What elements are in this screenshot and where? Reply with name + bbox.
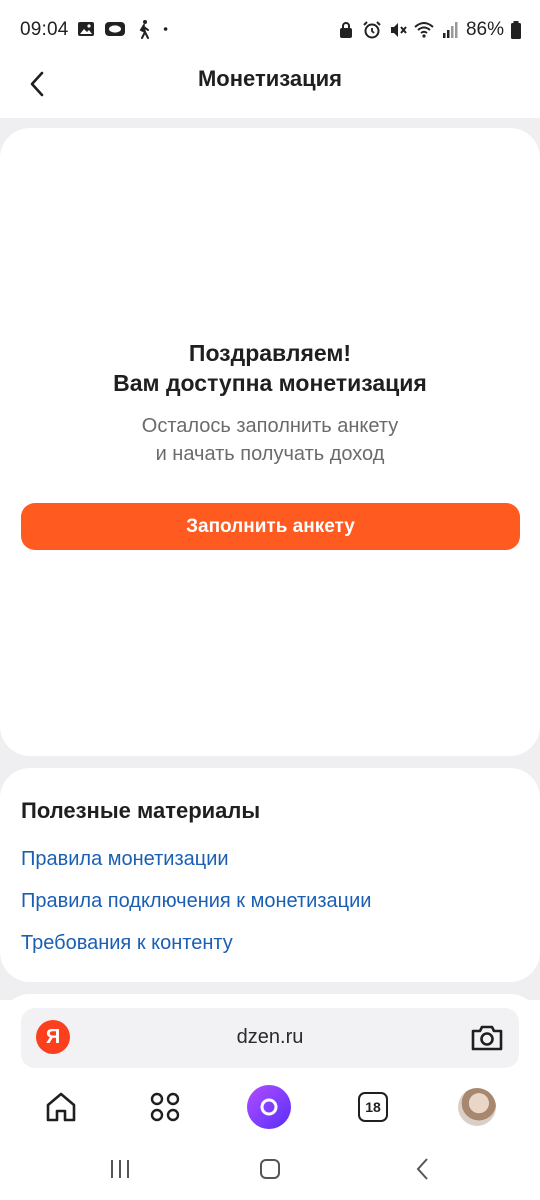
status-right-icons: 86%: [336, 19, 522, 41]
useful-materials-card: Полезные материалы Правила монетизации П…: [0, 768, 540, 982]
address-bar[interactable]: Я dzen.ru: [21, 1008, 519, 1068]
ring-icon: [105, 22, 125, 36]
status-time: 09:04: [20, 19, 69, 40]
system-navigation: [0, 1140, 540, 1200]
congrats-title-line1: Поздравляем!: [188, 340, 352, 366]
avatar: [458, 1088, 496, 1126]
system-home-icon: [260, 1159, 280, 1179]
walking-icon: [139, 20, 149, 39]
status-bar: 09:04 86%: [0, 0, 540, 60]
link-content-requirements[interactable]: Требования к контенту: [21, 932, 233, 955]
app-header: Монетизация: [0, 60, 540, 118]
congrats-subtitle-line2: и начать получать доход: [155, 443, 385, 465]
home-icon: [46, 1092, 76, 1122]
dot-icon: [163, 27, 168, 31]
tabs-button[interactable]: 18: [350, 1084, 396, 1130]
congrats-title-line2: Вам доступна монетизация: [113, 370, 427, 396]
url-text[interactable]: dzen.ru: [21, 1026, 519, 1049]
services-button[interactable]: [142, 1084, 188, 1130]
gallery-icon: [78, 22, 94, 36]
congrats-subtitle: Осталось заполнить анкету и начать получ…: [0, 412, 540, 468]
recent-apps-button[interactable]: [100, 1154, 140, 1184]
mute-icon: [390, 23, 407, 37]
fill-form-button[interactable]: Заполнить анкету: [21, 503, 520, 550]
system-back-button[interactable]: [403, 1154, 443, 1184]
monetization-card: Поздравляем! Вам доступна монетизация Ос…: [0, 128, 540, 756]
services-grid-icon: [150, 1092, 180, 1122]
browser-bottom-nav: 18: [0, 1080, 540, 1134]
camera-search-button[interactable]: [469, 1020, 505, 1056]
signal-icon: [442, 22, 458, 38]
lock-icon: [339, 22, 352, 38]
alarm-icon: [363, 21, 381, 39]
materials-title: Полезные материалы: [21, 798, 261, 823]
tabs-icon: 18: [358, 1092, 388, 1122]
alice-icon: [247, 1085, 291, 1129]
home-button[interactable]: [38, 1084, 84, 1130]
battery-percent: 86%: [465, 19, 504, 40]
alice-button[interactable]: [246, 1084, 292, 1130]
wifi-icon: [414, 22, 434, 38]
congrats-title: Поздравляем! Вам доступна монетизация: [0, 338, 540, 398]
link-connection-rules[interactable]: Правила подключения к монетизации: [21, 890, 371, 913]
page-title: Монетизация: [197, 66, 343, 91]
battery-icon: [511, 21, 521, 39]
congrats-subtitle-line1: Осталось заполнить анкету: [141, 415, 399, 437]
camera-icon: [471, 1025, 503, 1051]
recent-apps-icon: [111, 1160, 129, 1178]
status-left-icons: [76, 19, 174, 39]
profile-button[interactable]: [454, 1084, 500, 1130]
system-back-icon: [416, 1158, 428, 1180]
link-monetization-rules[interactable]: Правила монетизации: [21, 848, 229, 871]
system-home-button[interactable]: [250, 1154, 290, 1184]
